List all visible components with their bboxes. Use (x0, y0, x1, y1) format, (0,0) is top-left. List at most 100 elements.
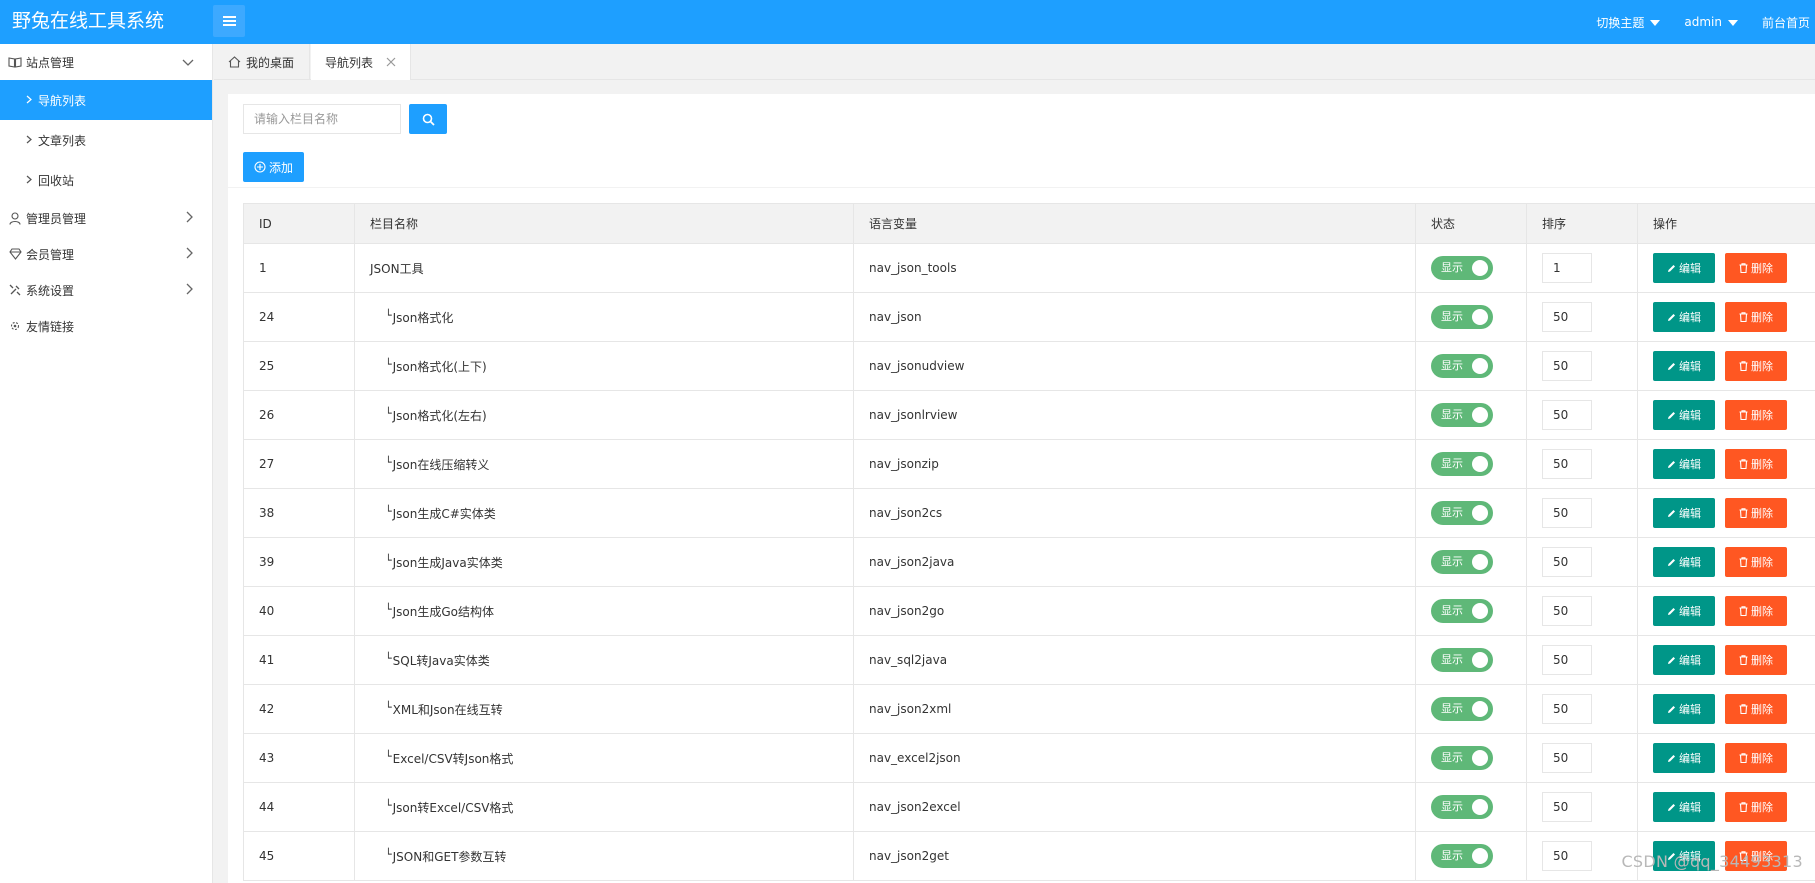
close-icon[interactable] (385, 56, 397, 68)
sidebar-group-links[interactable]: 友情链接 (0, 308, 212, 344)
sort-input[interactable] (1542, 302, 1592, 332)
sort-input[interactable] (1542, 792, 1592, 822)
delete-button[interactable]: 删除 (1725, 596, 1787, 626)
edit-button[interactable]: 编辑 (1653, 302, 1715, 332)
watermark: CSDN @qq_34493313 (1621, 852, 1803, 871)
tree-branch-icon: └ (385, 553, 392, 567)
user-menu[interactable]: admin (1670, 15, 1748, 29)
search-button[interactable] (409, 104, 447, 134)
delete-button[interactable]: 删除 (1725, 302, 1787, 332)
sort-input[interactable] (1542, 596, 1592, 626)
trash-icon (1739, 312, 1748, 322)
sidebar-item-nav-list[interactable]: 导航列表 (0, 80, 212, 120)
pencil-icon (1668, 754, 1675, 762)
caret-down-icon (1650, 19, 1661, 26)
theme-switch-menu[interactable]: 切换主题 (1586, 14, 1670, 31)
cell-name: JSON工具 (354, 243, 854, 293)
sidebar-group-site[interactable]: 站点管理 (0, 44, 212, 80)
add-button[interactable]: 添加 (243, 152, 304, 182)
row-id: 41 (259, 653, 275, 667)
tab-nav-list[interactable]: 导航列表 (311, 44, 411, 80)
delete-label: 删除 (1751, 409, 1773, 422)
edit-button[interactable]: 编辑 (1653, 792, 1715, 822)
delete-label: 删除 (1751, 262, 1773, 275)
edit-button[interactable]: 编辑 (1653, 449, 1715, 479)
sort-input[interactable] (1542, 547, 1592, 577)
status-toggle[interactable]: 显示 (1431, 501, 1493, 525)
status-toggle[interactable]: 显示 (1431, 746, 1493, 770)
sidebar-item-article-list[interactable]: 文章列表 (0, 120, 212, 160)
search-input[interactable] (243, 104, 401, 134)
status-toggle[interactable]: 显示 (1431, 599, 1493, 623)
cell-actions: 编辑 删除 (1637, 684, 1815, 734)
sidebar-group-settings[interactable]: 系统设置 (0, 272, 212, 308)
table-row: 1 JSON工具 nav_json_tools 显示 编辑 删除 (243, 243, 1815, 293)
edit-button[interactable]: 编辑 (1653, 596, 1715, 626)
edit-button[interactable]: 编辑 (1653, 645, 1715, 675)
edit-button[interactable]: 编辑 (1653, 498, 1715, 528)
cell-id: 26 (243, 390, 355, 440)
delete-button[interactable]: 删除 (1725, 400, 1787, 430)
status-label: 显示 (1441, 751, 1463, 764)
delete-button[interactable]: 删除 (1725, 743, 1787, 773)
row-name: JSON和GET参数互转 (392, 849, 507, 864)
pencil-icon (1668, 558, 1675, 566)
cell-id: 43 (243, 733, 355, 783)
delete-button[interactable]: 删除 (1725, 449, 1787, 479)
status-toggle[interactable]: 显示 (1431, 648, 1493, 672)
sort-input[interactable] (1542, 841, 1592, 871)
sort-input[interactable] (1542, 449, 1592, 479)
delete-button[interactable]: 删除 (1725, 351, 1787, 381)
cell-var: nav_json_tools (853, 243, 1416, 293)
status-toggle[interactable]: 显示 (1431, 256, 1493, 280)
edit-button[interactable]: 编辑 (1653, 253, 1715, 283)
sort-input[interactable] (1542, 498, 1592, 528)
cell-actions: 编辑 删除 (1637, 243, 1815, 293)
cell-id: 24 (243, 292, 355, 342)
toggle-knob (1472, 554, 1488, 570)
delete-button[interactable]: 删除 (1725, 547, 1787, 577)
status-label: 显示 (1441, 457, 1463, 470)
cell-sort (1526, 733, 1638, 783)
home-link[interactable]: 前台首页 (1748, 14, 1815, 31)
status-toggle[interactable]: 显示 (1431, 795, 1493, 819)
status-toggle[interactable]: 显示 (1431, 697, 1493, 721)
sort-input[interactable] (1542, 645, 1592, 675)
delete-button[interactable]: 删除 (1725, 498, 1787, 528)
delete-button[interactable]: 删除 (1725, 645, 1787, 675)
status-toggle[interactable]: 显示 (1431, 354, 1493, 378)
sort-input[interactable] (1542, 351, 1592, 381)
cell-id: 40 (243, 586, 355, 636)
tab-desktop[interactable]: 我的桌面 (214, 44, 310, 80)
sort-input[interactable] (1542, 694, 1592, 724)
toggle-knob (1472, 407, 1488, 423)
status-toggle[interactable]: 显示 (1431, 452, 1493, 476)
menu-toggle-button[interactable] (213, 5, 245, 37)
status-toggle[interactable]: 显示 (1431, 403, 1493, 427)
cell-sort (1526, 439, 1638, 489)
status-toggle[interactable]: 显示 (1431, 305, 1493, 329)
sidebar-group-member[interactable]: 会员管理 (0, 236, 212, 272)
sort-input[interactable] (1542, 400, 1592, 430)
delete-button[interactable]: 删除 (1725, 694, 1787, 724)
row-id: 1 (259, 261, 267, 275)
edit-button[interactable]: 编辑 (1653, 547, 1715, 577)
sort-input[interactable] (1542, 253, 1592, 283)
status-toggle[interactable]: 显示 (1431, 844, 1493, 868)
sidebar-group-admin[interactable]: 管理员管理 (0, 200, 212, 236)
status-toggle[interactable]: 显示 (1431, 550, 1493, 574)
cell-status: 显示 (1415, 831, 1527, 881)
edit-button[interactable]: 编辑 (1653, 400, 1715, 430)
cell-sort (1526, 390, 1638, 440)
edit-button[interactable]: 编辑 (1653, 694, 1715, 724)
sidebar-item-recycle-bin[interactable]: 回收站 (0, 160, 212, 200)
sort-input[interactable] (1542, 743, 1592, 773)
delete-button[interactable]: 删除 (1725, 253, 1787, 283)
status-label: 显示 (1441, 359, 1463, 372)
edit-button[interactable]: 编辑 (1653, 743, 1715, 773)
cell-id: 1 (243, 243, 355, 293)
add-label: 添加 (268, 160, 293, 175)
edit-button[interactable]: 编辑 (1653, 351, 1715, 381)
cell-name: └Json格式化 (354, 292, 854, 342)
delete-button[interactable]: 删除 (1725, 792, 1787, 822)
